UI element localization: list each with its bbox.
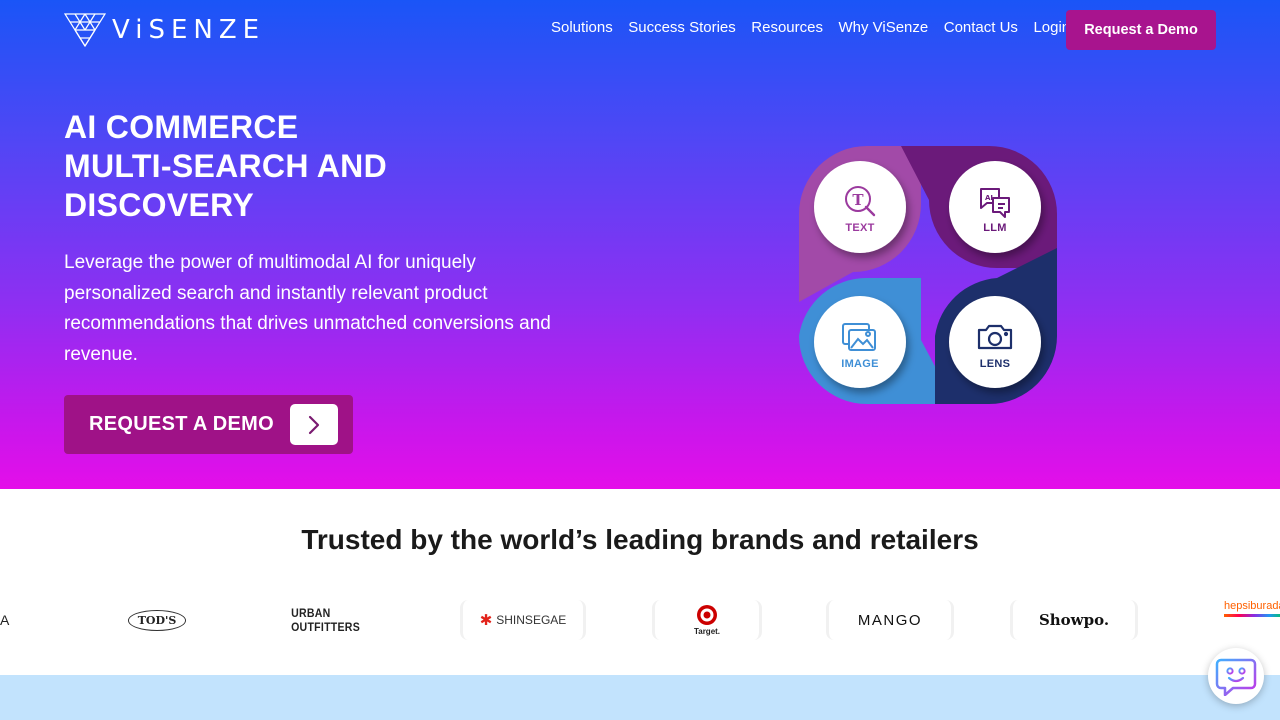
nav-success-stories[interactable]: Success Stories: [628, 18, 736, 38]
nav-login[interactable]: Login: [1033, 18, 1070, 38]
brand-logo-tods: TOD'S: [127, 600, 187, 640]
urban-outfitters-logo-text: URBAN OUTFITTERS: [291, 606, 361, 634]
nav-contact-us[interactable]: Contact Us: [944, 18, 1018, 38]
visenze-logo[interactable]: ViSENZE: [64, 12, 265, 48]
brand-logo-partial: A: [0, 600, 14, 640]
hero-section: ViSENZE Solutions Success Stories Resour…: [0, 0, 1280, 489]
shinsegae-flower-icon: ✱: [479, 612, 493, 629]
request-demo-hero-label: REQUEST A DEMO: [89, 413, 274, 435]
target-bullseye-icon: [697, 605, 717, 625]
next-section-band: [0, 675, 1280, 720]
text-label: TEXT: [845, 222, 875, 234]
nav-resources[interactable]: Resources: [751, 18, 823, 38]
target-logo-text: Target.: [693, 627, 721, 636]
hepsiburada-underline: [1224, 614, 1280, 617]
ai-icon: AI: [985, 194, 993, 202]
chatbot-icon: [1215, 658, 1257, 696]
trusted-heading: Trusted by the world’s leading brands an…: [301, 524, 979, 555]
request-demo-hero-button[interactable]: REQUEST A DEMO: [64, 395, 353, 454]
brand-logo-urban-outfitters: URBAN OUTFITTERS: [284, 600, 402, 640]
hepsiburada-logo-text: hepsiburada: [1224, 600, 1280, 612]
hero-title-line-3: DISCOVERY: [64, 187, 254, 223]
brand-logo-shinsegae: ✱ SHINSEGAE: [460, 600, 586, 640]
shinsegae-logo-text: SHINSEGAE: [496, 613, 567, 627]
mango-logo-text: MANGO: [857, 611, 923, 629]
llm-label: LLM: [983, 222, 1007, 234]
svg-text:T: T: [852, 191, 864, 209]
brand-logo-hepsiburada: hepsiburada: [1192, 600, 1280, 640]
brand-partial-text: A: [0, 612, 10, 628]
chat-widget-button[interactable]: [1208, 648, 1264, 704]
image-label: IMAGE: [841, 358, 879, 370]
nav-solutions[interactable]: Solutions: [551, 18, 613, 38]
logo-wordmark: ViSENZE: [112, 15, 266, 45]
brand-logo-target: Target.: [652, 600, 762, 640]
hero-title: AI COMMERCE MULTI-SEARCH AND DISCOVERY: [64, 108, 387, 225]
showpo-logo-text: Showpo.: [1038, 611, 1110, 629]
brand-logo-showpo: Showpo.: [1010, 600, 1138, 640]
brand-logo-mango: MANGO: [826, 600, 954, 640]
chevron-right-icon: [290, 404, 338, 445]
tods-logo-text: TOD'S: [127, 609, 187, 631]
lens-label: LENS: [979, 358, 1011, 370]
main-nav: Solutions Success Stories Resources Why …: [551, 18, 1086, 38]
request-demo-nav-button[interactable]: Request a Demo: [1066, 10, 1216, 50]
hero-title-line-1: AI COMMERCE: [64, 109, 299, 145]
logo-triangles-icon: [64, 13, 106, 47]
multi-search-graphic: T AI TEXT LLM IMAGE LENS: [797, 144, 1059, 406]
nav-why-visenze[interactable]: Why ViSenze: [838, 18, 928, 38]
hero-description: Leverage the power of multimodal AI for …: [64, 252, 551, 365]
hero-title-line-2: MULTI-SEARCH AND: [64, 148, 387, 184]
